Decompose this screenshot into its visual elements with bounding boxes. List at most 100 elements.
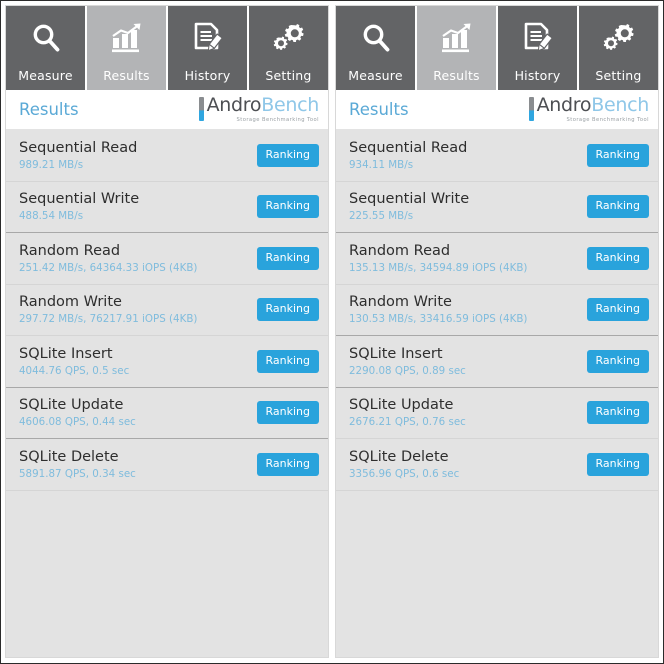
ranking-button[interactable]: Ranking <box>586 143 649 167</box>
tab-measure[interactable]: Measure <box>336 6 415 90</box>
tab-bar: Measure Results History Setting <box>6 6 328 90</box>
benchmark-name: Random Read <box>349 242 451 259</box>
benchmark-name: SQLite Delete <box>19 448 119 465</box>
app-window: Measure Results History Setting Results Andro… <box>0 0 664 664</box>
benchmark-value: 4606.08 QPS, 0.44 sec <box>19 416 136 429</box>
row-text: Sequential Read 989.21 MB/s <box>19 140 137 171</box>
tab-setting[interactable]: Setting <box>579 6 658 90</box>
row-text: SQLite Update 4606.08 QPS, 0.44 sec <box>19 397 136 428</box>
list-empty-area <box>336 490 658 657</box>
row-text: SQLite Insert 2290.08 QPS, 0.89 sec <box>349 346 466 377</box>
ranking-button[interactable]: Ranking <box>256 452 319 476</box>
ranking-button[interactable]: Ranking <box>586 349 649 373</box>
ranking-button[interactable]: Ranking <box>586 246 649 270</box>
benchmark-row[interactable]: Sequential Read 934.11 MB/s Ranking <box>336 130 658 182</box>
benchmark-name: SQLite Update <box>19 397 124 414</box>
logo-tagline: Storage Benchmarking Tool <box>566 116 649 123</box>
tab-measure[interactable]: Measure <box>6 6 85 90</box>
logo-text: AndroBench Storage Benchmarking Tool <box>537 95 650 123</box>
ranking-button[interactable]: Ranking <box>256 195 319 219</box>
bar-chart-icon <box>87 6 166 69</box>
tab-label: Results <box>103 68 150 83</box>
row-text: SQLite Delete 3356.96 QPS, 0.6 sec <box>349 449 459 480</box>
benchmark-name: SQLite Insert <box>349 345 443 362</box>
ranking-button[interactable]: Ranking <box>256 246 319 270</box>
logo-wordmark: AndroBench <box>206 93 320 116</box>
results-panel-2: Measure Results History Setting Results Andro… <box>335 5 659 658</box>
benchmark-row[interactable]: SQLite Insert 2290.08 QPS, 0.89 sec Rankin… <box>336 336 658 388</box>
benchmark-row[interactable]: Random Write 297.72 MB/s, 76217.91 iOPS (… <box>6 284 328 336</box>
androbench-logo: AndroBench Storage Benchmarking Tool <box>198 93 320 123</box>
benchmark-row[interactable]: SQLite Insert 4044.76 QPS, 0.5 sec Ranking <box>6 336 328 388</box>
benchmark-name: SQLite Insert <box>19 345 113 362</box>
row-text: SQLite Update 2676.21 QPS, 0.76 sec <box>349 397 466 428</box>
benchmark-name: Random Read <box>19 242 121 259</box>
benchmark-value: 2676.21 QPS, 0.76 sec <box>349 416 466 429</box>
ranking-button[interactable]: Ranking <box>256 143 319 167</box>
benchmark-list: Sequential Read 989.21 MB/s Ranking Sequent… <box>6 130 328 657</box>
benchmark-name: Sequential Write <box>349 191 470 208</box>
tab-results[interactable]: Results <box>87 6 166 90</box>
tab-setting[interactable]: Setting <box>249 6 328 90</box>
row-text: Random Read 135.13 MB/s, 34594.89 iOPS (4… <box>349 243 527 274</box>
benchmark-row[interactable]: SQLite Delete 3356.96 QPS, 0.6 sec Ranking <box>336 439 658 491</box>
benchmark-list: Sequential Read 934.11 MB/s Ranking Sequent… <box>336 130 658 657</box>
bar-chart-icon <box>417 6 496 69</box>
page-title: Results <box>349 100 409 119</box>
ranking-button[interactable]: Ranking <box>256 401 319 425</box>
ranking-button[interactable]: Ranking <box>586 401 649 425</box>
logo-bench: Bench <box>261 93 319 116</box>
logo-tagline: Storage Benchmarking Tool <box>236 116 319 123</box>
document-pen-icon <box>168 6 247 69</box>
benchmark-row[interactable]: Random Read 135.13 MB/s, 34594.89 iOPS (4… <box>336 233 658 285</box>
benchmark-value: 4044.76 QPS, 0.5 sec <box>19 364 130 377</box>
benchmark-name: Sequential Read <box>349 139 468 156</box>
row-text: Sequential Write 488.54 MB/s <box>19 191 139 222</box>
row-text: Random Write 130.53 MB/s, 33416.59 iOPS (… <box>349 294 527 325</box>
benchmark-value: 130.53 MB/s, 33416.59 iOPS (4KB) <box>349 313 528 326</box>
tab-history[interactable]: History <box>498 6 577 90</box>
tab-label: History <box>514 68 561 83</box>
tab-label: Setting <box>595 68 642 83</box>
benchmark-row[interactable]: Sequential Read 989.21 MB/s Ranking <box>6 130 328 182</box>
row-text: SQLite Insert 4044.76 QPS, 0.5 sec <box>19 346 129 377</box>
benchmark-name: Sequential Write <box>19 191 140 208</box>
row-text: Sequential Read 934.11 MB/s <box>349 140 467 171</box>
benchmark-value: 3356.96 QPS, 0.6 sec <box>349 467 460 480</box>
tab-history[interactable]: History <box>168 6 247 90</box>
magnifier-icon <box>6 6 85 69</box>
page-header: Results AndroBench Storage Benchmarking To… <box>336 90 658 130</box>
tab-bar: Measure Results History Setting <box>336 6 658 90</box>
benchmark-row[interactable]: Sequential Write 225.55 MB/s Ranking <box>336 181 658 233</box>
ranking-button[interactable]: Ranking <box>586 452 649 476</box>
androbench-logo: AndroBench Storage Benchmarking Tool <box>528 95 650 123</box>
benchmark-value: 297.72 MB/s, 76217.91 iOPS (4KB) <box>19 313 198 326</box>
benchmark-row[interactable]: SQLite Delete 5891.87 QPS, 0.34 sec Rankin… <box>6 439 328 491</box>
logo-bar-icon <box>528 97 534 122</box>
ranking-button[interactable]: Ranking <box>586 195 649 219</box>
benchmark-value: 2290.08 QPS, 0.89 sec <box>349 364 466 377</box>
gears-icon <box>579 6 658 69</box>
benchmark-row[interactable]: SQLite Update 2676.21 QPS, 0.76 sec Rankin… <box>336 387 658 439</box>
magnifier-icon <box>336 6 415 69</box>
benchmark-value: 488.54 MB/s <box>19 210 84 223</box>
benchmark-row[interactable]: SQLite Update 4606.08 QPS, 0.44 sec Rankin… <box>6 387 328 439</box>
benchmark-row[interactable]: Random Read 251.42 MB/s, 64364.33 iOPS (4… <box>6 233 328 285</box>
logo-andro: Andro <box>206 93 262 116</box>
tab-label: Measure <box>18 68 73 83</box>
benchmark-value: 5891.87 QPS, 0.34 sec <box>19 467 136 480</box>
ranking-button[interactable]: Ranking <box>256 298 319 322</box>
benchmark-row[interactable]: Random Write 130.53 MB/s, 33416.59 iOPS (… <box>336 284 658 336</box>
ranking-button[interactable]: Ranking <box>256 349 319 373</box>
row-text: Random Write 297.72 MB/s, 76217.91 iOPS (… <box>19 294 197 325</box>
gears-icon <box>249 6 328 69</box>
tab-results[interactable]: Results <box>417 6 496 90</box>
benchmark-row[interactable]: Sequential Write 488.54 MB/s Ranking <box>6 181 328 233</box>
ranking-button[interactable]: Ranking <box>586 298 649 322</box>
tab-label: Setting <box>265 68 312 83</box>
benchmark-name: Random Write <box>19 294 122 311</box>
tab-label: Results <box>433 68 480 83</box>
row-text: Sequential Write 225.55 MB/s <box>349 191 469 222</box>
page-title: Results <box>19 100 79 119</box>
row-text: Random Read 251.42 MB/s, 64364.33 iOPS (4… <box>19 243 197 274</box>
